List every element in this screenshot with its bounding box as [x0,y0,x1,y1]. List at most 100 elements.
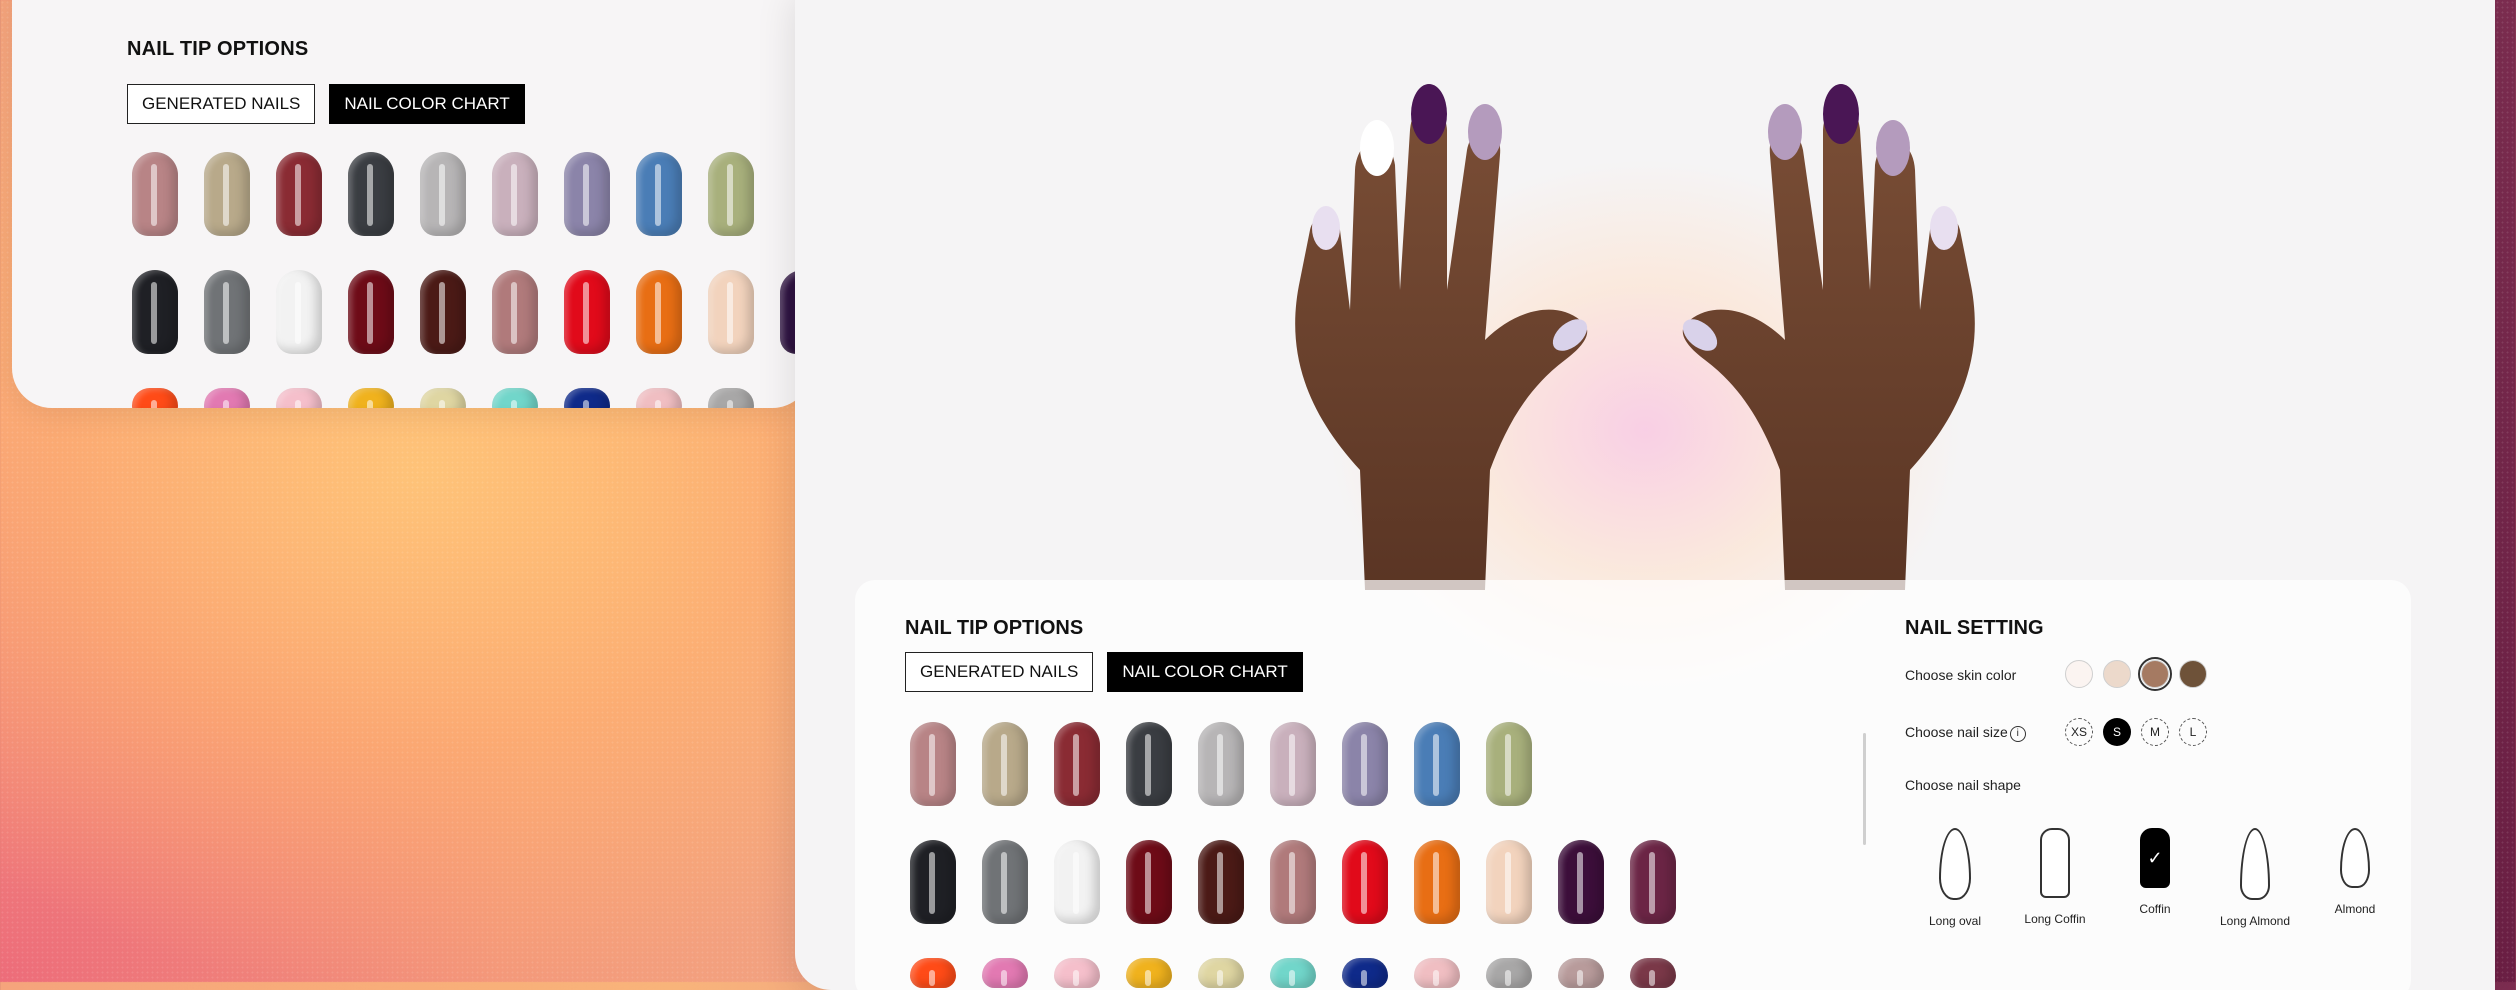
shape-long-oval[interactable]: Long oval [1905,828,2005,928]
size-xs[interactable]: XS [2065,718,2093,746]
skin-swatch-3[interactable] [2138,657,2172,691]
skin-swatch-1[interactable] [2065,660,2093,688]
nail-color-swatch[interactable] [1342,958,1388,988]
nail-color-swatch[interactable] [276,388,322,408]
nail-color-swatch[interactable] [420,152,466,236]
nail-cell [132,270,204,354]
nail-color-swatch[interactable] [982,958,1028,988]
shape-almond[interactable]: Almond [2305,828,2405,928]
nail-color-swatch[interactable] [636,152,682,236]
nail-color-swatch[interactable] [1270,840,1316,924]
nail-size-label: Choose nail size [1905,724,2008,740]
nail-color-swatch[interactable] [564,152,610,236]
nail-cell [1198,840,1270,924]
nail-cell [276,270,348,354]
nail-color-swatch[interactable] [1486,722,1532,806]
nail-color-swatch[interactable] [204,270,250,354]
nail-color-swatch[interactable] [132,270,178,354]
nail-color-swatch[interactable] [348,388,394,408]
skin-swatch-2[interactable] [2103,660,2131,688]
nail-color-swatch[interactable] [708,152,754,236]
back-nail-color-grid [132,152,812,408]
nail-color-swatch[interactable] [1126,722,1172,806]
nail-color-swatch[interactable] [1558,840,1604,924]
back-tab-generated-nails[interactable]: GENERATED NAILS [127,84,316,124]
nail-cell [348,152,420,236]
nail-color-swatch[interactable] [1054,722,1100,806]
nail-color-swatch[interactable] [1198,722,1244,806]
tab-bar: GENERATED NAILS NAIL COLOR CHART [905,652,1303,692]
nail-color-swatch[interactable] [132,388,178,408]
nail-color-swatch[interactable] [1414,958,1460,988]
nail-cell [348,270,420,354]
shape-coffin[interactable]: ✓ Coffin [2105,828,2205,928]
nail-color-swatch[interactable] [1054,840,1100,924]
options-card: NAIL TIP OPTIONS GENERATED NAILS NAIL CO… [855,580,2411,990]
skin-swatch-4[interactable] [2179,660,2207,688]
nail-color-swatch[interactable] [910,840,956,924]
nail-color-swatch[interactable] [1270,958,1316,988]
nail-color-swatch[interactable] [564,270,610,354]
back-tab-nail-color-chart[interactable]: NAIL COLOR CHART [329,84,525,124]
nail-color-swatch[interactable] [276,152,322,236]
nail-color-swatch[interactable] [348,270,394,354]
nail-color-swatch[interactable] [636,388,682,408]
nail-color-swatch[interactable] [982,840,1028,924]
nail-color-swatch[interactable] [276,270,322,354]
nail-color-swatch[interactable] [420,270,466,354]
nail-right-ring [1876,120,1910,176]
shape-long-almond[interactable]: Long Almond [2205,828,2305,928]
nail-color-swatch[interactable] [1630,958,1676,988]
nail-color-swatch[interactable] [204,388,250,408]
nail-color-swatch[interactable] [1414,722,1460,806]
nail-cell [910,958,982,988]
nail-color-swatch[interactable] [564,388,610,408]
nail-left-pinky [1312,206,1340,250]
nail-color-swatch[interactable] [1126,840,1172,924]
nail-color-swatch[interactable] [492,388,538,408]
nail-color-swatch[interactable] [1486,840,1532,924]
nail-color-swatch[interactable] [420,388,466,408]
nail-color-swatch[interactable] [1054,958,1100,988]
nail-color-swatch[interactable] [910,958,956,988]
nail-color-swatch[interactable] [1486,958,1532,988]
nail-color-swatch[interactable] [636,270,682,354]
nail-color-swatch[interactable] [1126,958,1172,988]
nail-color-swatch[interactable] [1414,840,1460,924]
nail-color-swatch[interactable] [1558,958,1604,988]
back-nail-panel: NAIL TIP OPTIONS GENERATED NAILS NAIL CO… [12,0,812,408]
nail-color-swatch[interactable] [708,270,754,354]
nail-cell [1486,722,1558,806]
nail-color-swatch[interactable] [1342,722,1388,806]
nail-cell [1414,840,1486,924]
nail-cell [564,152,636,236]
nail-color-swatch[interactable] [492,152,538,236]
nail-cell [564,270,636,354]
nail-color-swatch[interactable] [1270,722,1316,806]
nail-color-swatch[interactable] [910,722,956,806]
nail-color-swatch[interactable] [492,270,538,354]
nail-color-swatch[interactable] [348,152,394,236]
tab-generated-nails[interactable]: GENERATED NAILS [905,652,1094,692]
nail-color-swatch[interactable] [1630,840,1676,924]
scrollbar[interactable] [1863,733,1866,845]
size-s[interactable]: S [2103,718,2131,746]
nail-color-swatch[interactable] [1198,958,1244,988]
hands-preview [1295,84,1975,590]
nail-color-swatch[interactable] [982,722,1028,806]
nail-cell [1414,722,1486,806]
nail-color-swatch[interactable] [204,152,250,236]
nail-color-swatch[interactable] [132,152,178,236]
info-icon[interactable]: i [2009,725,2026,742]
shape-long-coffin[interactable]: Long Coffin [2005,828,2105,928]
shape-name: Coffin [2139,902,2171,916]
size-m[interactable]: M [2141,718,2169,746]
nail-color-swatch[interactable] [1342,840,1388,924]
nail-color-swatch[interactable] [708,388,754,408]
nail-cell [982,722,1054,806]
size-l[interactable]: L [2179,718,2207,746]
almond-shape-icon [2340,828,2370,888]
nail-color-swatch[interactable] [1198,840,1244,924]
tab-nail-color-chart[interactable]: NAIL COLOR CHART [1107,652,1303,692]
nail-cell [1270,722,1342,806]
